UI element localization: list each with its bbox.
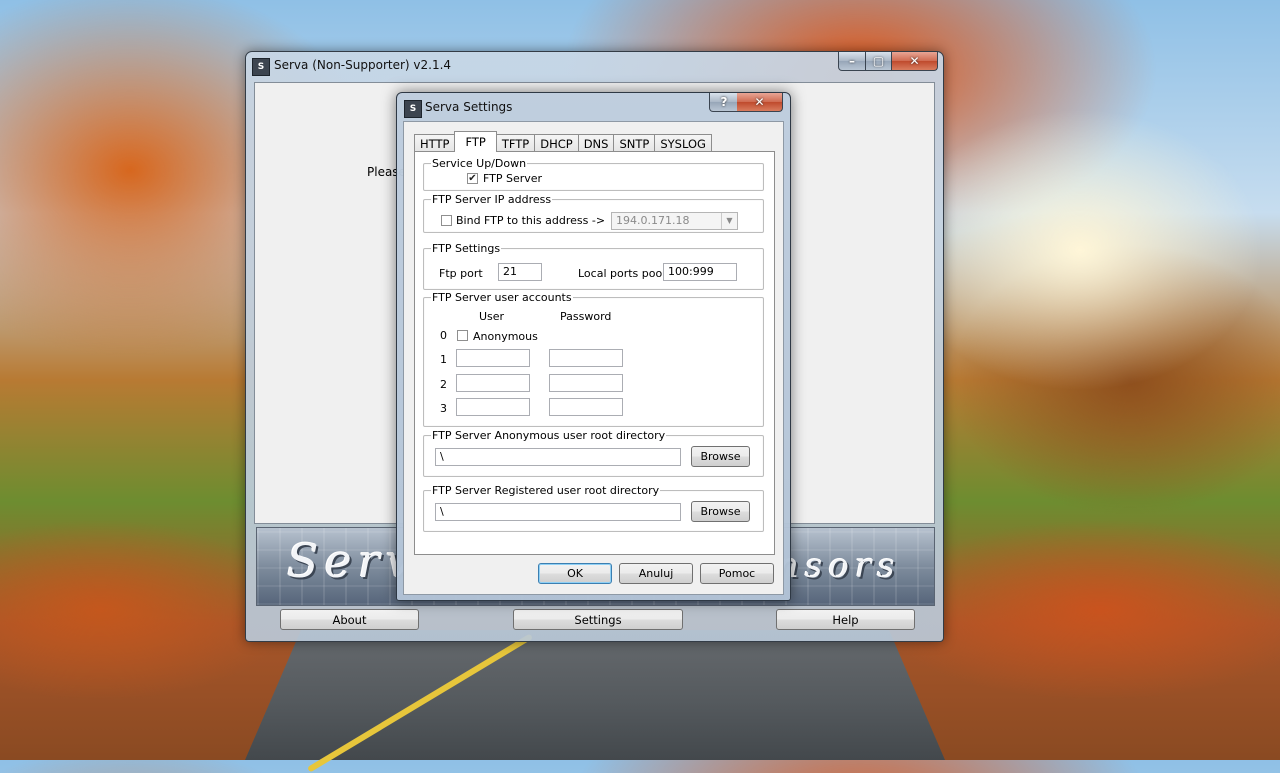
- password-column-header: Password: [560, 310, 612, 323]
- ftp-port-label: Ftp port: [439, 267, 483, 280]
- account-index-2: 2: [440, 378, 447, 391]
- ip-group-label: FTP Server IP address: [431, 193, 553, 206]
- tab-dhcp[interactable]: DHCP: [534, 134, 579, 152]
- main-button-bar: About Settings Help: [246, 609, 943, 633]
- cancel-button[interactable]: Anuluj: [619, 563, 693, 584]
- window-controls: – ▢ ✕: [838, 52, 938, 71]
- service-group: Service Up/Down ✔ FTP Server: [423, 157, 764, 191]
- tab-ftp[interactable]: FTP: [454, 131, 497, 152]
- maximize-button[interactable]: ▢: [866, 52, 892, 71]
- dialog-pomoc-button[interactable]: Pomoc: [700, 563, 774, 584]
- ftp-tab-panel: Service Up/Down ✔ FTP Server FTP Server …: [414, 151, 775, 555]
- maximize-icon: ▢: [872, 54, 885, 68]
- registered-browse-button[interactable]: Browse: [691, 501, 750, 522]
- anonymous-root-dir-label: FTP Server Anonymous user root directory: [431, 429, 667, 442]
- user-1-input[interactable]: [456, 349, 530, 367]
- close-icon: ✕: [909, 54, 920, 68]
- password-3-input[interactable]: [549, 398, 623, 416]
- user-accounts-group: FTP Server user accounts User Password 0…: [423, 291, 764, 427]
- anonymous-root-dir-input[interactable]: \: [435, 448, 681, 466]
- ip-group: FTP Server IP address Bind FTP to this a…: [423, 193, 764, 233]
- ftp-settings-group-label: FTP Settings: [431, 242, 502, 255]
- tab-syslog[interactable]: SYSLOG: [654, 134, 712, 152]
- ip-address-value: 194.0.171.18: [616, 214, 690, 227]
- settings-tabs: HTTP FTP TFTP DHCP DNS SNTP SYSLOG: [414, 131, 712, 152]
- minimize-button[interactable]: –: [838, 52, 866, 71]
- question-icon: ?: [720, 95, 728, 109]
- registered-root-dir-group: FTP Server Registered user root director…: [423, 484, 764, 532]
- chevron-down-icon[interactable]: ▼: [721, 213, 737, 229]
- password-1-input[interactable]: [549, 349, 623, 367]
- local-ports-pool-input[interactable]: 100:999: [663, 263, 737, 281]
- settings-button[interactable]: Settings: [513, 609, 683, 630]
- ftp-settings-group: FTP Settings Ftp port 21 Local ports poo…: [423, 242, 764, 290]
- user-2-input[interactable]: [456, 374, 530, 392]
- user-accounts-group-label: FTP Server user accounts: [431, 291, 573, 304]
- dialog-help-button[interactable]: ?: [709, 93, 739, 112]
- registered-root-dir-label: FTP Server Registered user root director…: [431, 484, 661, 497]
- account-index-0: 0: [440, 329, 447, 342]
- help-button[interactable]: Help: [776, 609, 915, 630]
- bind-ftp-label: Bind FTP to this address ->: [456, 214, 606, 227]
- user-3-input[interactable]: [456, 398, 530, 416]
- tab-http[interactable]: HTTP: [414, 134, 456, 152]
- service-group-label: Service Up/Down: [431, 157, 528, 170]
- close-icon: ✕: [754, 95, 765, 109]
- tab-dns[interactable]: DNS: [577, 134, 615, 152]
- user-column-header: User: [479, 310, 505, 323]
- anonymous-checkbox[interactable]: [457, 330, 468, 341]
- account-index-1: 1: [440, 353, 447, 366]
- ftp-server-label: FTP Server: [483, 172, 543, 185]
- dialog-client-area: HTTP FTP TFTP DHCP DNS SNTP SYSLOG Servi…: [403, 121, 784, 595]
- anonymous-label: Anonymous: [473, 330, 538, 343]
- minimize-icon: –: [849, 54, 855, 68]
- ftp-server-checkbox[interactable]: ✔: [467, 173, 478, 184]
- tab-sntp[interactable]: SNTP: [613, 134, 656, 152]
- account-index-3: 3: [440, 402, 447, 415]
- settings-dialog: S Serva Settings ? ✕ HTTP FTP TFTP DHCP …: [396, 92, 791, 601]
- password-2-input[interactable]: [549, 374, 623, 392]
- ftp-port-input[interactable]: 21: [498, 263, 542, 281]
- bind-ftp-checkbox[interactable]: [441, 215, 452, 226]
- dialog-close-button[interactable]: ✕: [737, 93, 783, 112]
- dialog-title: Serva Settings: [425, 100, 513, 114]
- anonymous-browse-button[interactable]: Browse: [691, 446, 750, 467]
- registered-root-dir-input[interactable]: \: [435, 503, 681, 521]
- anonymous-root-dir-group: FTP Server Anonymous user root directory…: [423, 429, 764, 477]
- main-titlebar[interactable]: S Serva (Non-Supporter) v2.1.4 – ▢ ✕: [246, 52, 943, 80]
- app-icon[interactable]: S: [252, 58, 270, 76]
- ip-address-combo[interactable]: 194.0.171.18 ▼: [611, 212, 738, 230]
- banner-sponsors-text: nsors: [777, 546, 901, 586]
- ok-button[interactable]: OK: [538, 563, 612, 584]
- close-button[interactable]: ✕: [892, 52, 938, 71]
- about-button[interactable]: About: [280, 609, 419, 630]
- local-ports-pool-label: Local ports pool: [578, 267, 666, 280]
- tab-tftp[interactable]: TFTP: [495, 134, 536, 152]
- dialog-app-icon[interactable]: S: [404, 100, 422, 118]
- main-window-title: Serva (Non-Supporter) v2.1.4: [274, 58, 452, 72]
